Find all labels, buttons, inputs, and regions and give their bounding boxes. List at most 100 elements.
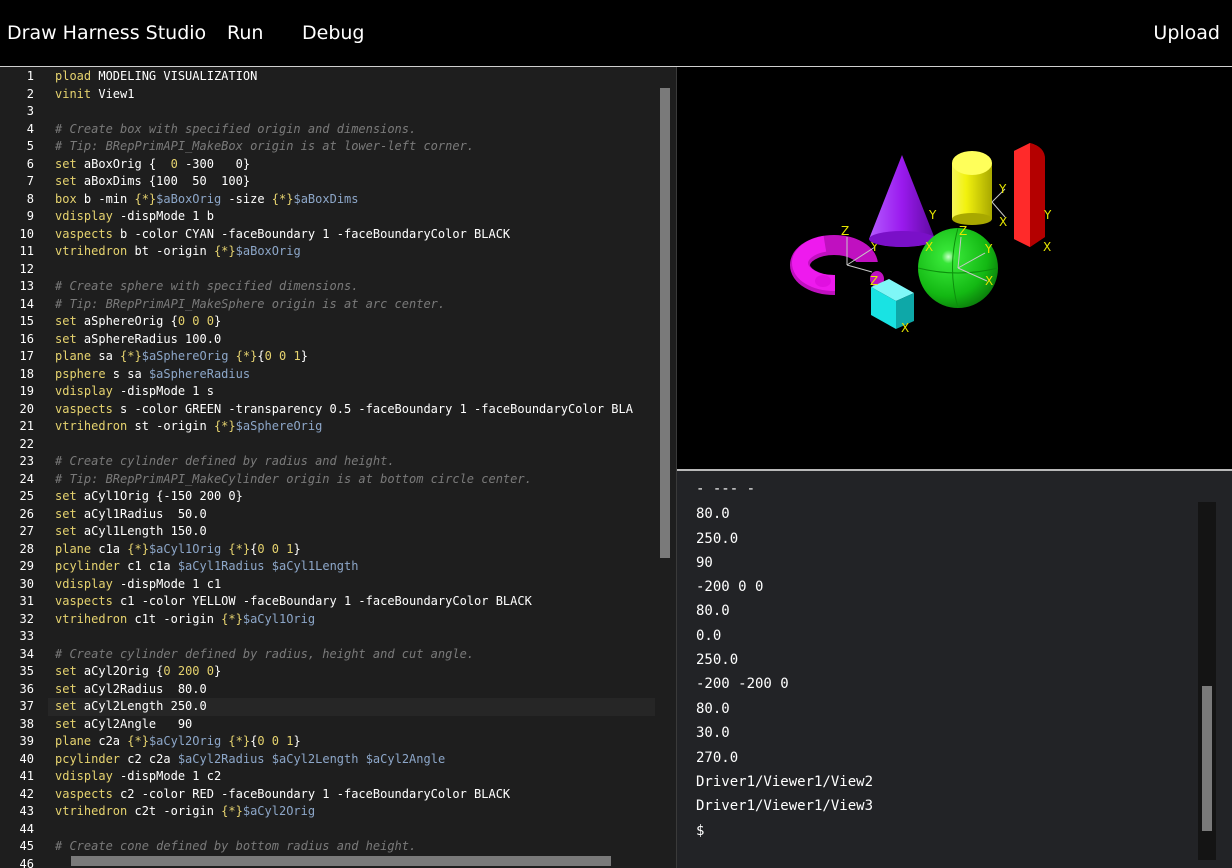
code-token: pcylinder — [55, 559, 121, 573]
code-line[interactable]: plane c2a {*}$aCyl2Orig {*}{0 0 1} — [48, 733, 655, 751]
code-line[interactable]: vtrihedron c1t -origin {*}$aCyl1Orig — [48, 611, 655, 629]
cylinder1-shape[interactable] — [952, 151, 992, 225]
code-line[interactable]: vaspects b -color CYAN -faceBoundary 1 -… — [48, 226, 655, 244]
code-token: 0 200 0 — [163, 664, 214, 678]
line-number: 44 — [19, 821, 34, 836]
line-number: 31 — [19, 594, 34, 608]
code-line[interactable]: plane c1a {*}$aCyl1Orig {*}{0 0 1} — [48, 541, 655, 559]
code-token: aBoxDims {100 50 100} — [76, 174, 251, 188]
code-token: aCyl2Angle 90 — [76, 716, 193, 731]
console-line: 30.0 — [696, 725, 730, 741]
3d-viewer[interactable]: Z Y Y Y X Y X Z Y X X Z X — [677, 67, 1232, 469]
line-number: 17 — [19, 349, 34, 363]
code-line[interactable]: # Tip: BRepPrimAPI_MakeBox origin is at … — [48, 138, 655, 156]
run-menu[interactable]: Run — [227, 19, 263, 47]
code-token: psphere — [55, 366, 106, 381]
code-line[interactable]: pcylinder c2 c2a $aCyl2Radius $aCyl2Leng… — [48, 751, 655, 769]
box-axis-x: X — [901, 321, 909, 335]
code-line[interactable]: set aCyl1Radius 50.0 — [48, 506, 655, 524]
code-token: aSphereRadius 100.0 — [76, 331, 222, 346]
code-token: {*} — [228, 734, 251, 748]
code-line[interactable]: set aSphereRadius 100.0 — [48, 331, 655, 349]
app-title[interactable]: Draw Harness Studio — [7, 19, 206, 47]
code-token: pload — [55, 69, 92, 83]
line-number: 11 — [19, 244, 34, 258]
code-token: set — [55, 156, 77, 171]
code-line[interactable]: set aBoxDims {100 50 100} — [48, 173, 655, 191]
line-number: 34 — [19, 646, 34, 661]
code-area[interactable]: pload MODELING VISUALIZATION vinit View1 #… — [48, 67, 656, 868]
code-line[interactable]: vdisplay -dispMode 1 c2 — [48, 768, 655, 786]
code-line[interactable]: vtrihedron st -origin {*}$aSphereOrig — [48, 418, 655, 436]
code-token: $aCyl1Orig — [242, 611, 316, 626]
code-token: aCyl1Length 150.0 — [76, 524, 207, 538]
code-line[interactable]: # Create box with specified origin and d… — [48, 121, 655, 139]
code-line[interactable]: # Tip: BRepPrimAPI_MakeCylinder origin i… — [48, 471, 655, 489]
code-line[interactable]: vaspects c2 -color RED -faceBoundary 1 -… — [48, 786, 655, 804]
cone-axis-y: Y — [928, 208, 937, 222]
code-token: c1 c1a — [120, 559, 178, 573]
line-number: 10 — [19, 226, 34, 241]
code-line[interactable]: vinit View1 — [48, 86, 655, 104]
code-token: plane — [55, 734, 92, 748]
code-token: {*} — [221, 804, 243, 818]
code-line[interactable]: pcylinder c1 c1a $aCyl1Radius $aCyl1Leng… — [48, 558, 655, 576]
code-line[interactable]: set aSphereOrig {0 0 0} — [48, 313, 655, 331]
code-token: set — [55, 174, 77, 188]
console-line: Driver1/Viewer1/View2 — [696, 774, 874, 790]
code-line[interactable]: # Create cone defined by bottom radius a… — [48, 838, 655, 856]
code-line[interactable]: vdisplay -dispMode 1 c1 — [48, 576, 655, 594]
code-token: {*} — [127, 541, 149, 556]
line-number: 46 — [19, 856, 34, 868]
code-line[interactable]: vtrihedron bt -origin {*}$aBoxOrig — [48, 243, 655, 261]
cylinder2-shape[interactable] — [1014, 143, 1045, 247]
editor-vertical-scrollbar[interactable] — [660, 88, 670, 558]
console-line: -200 0 0 — [696, 579, 764, 595]
output-console[interactable]: - --- - 80.0 250.0 90 -200 0 0 80.0 0.0 250.0 -2… — [677, 471, 1232, 868]
code-line[interactable]: # Create cylinder defined by radius, hei… — [48, 646, 655, 664]
cylinder2-axis-x: X — [1043, 240, 1051, 254]
code-line[interactable]: plane sa {*}$aSphereOrig {*}{0 0 1} — [48, 348, 655, 366]
code-line[interactable]: set aCyl2Angle 90 — [48, 716, 655, 734]
console-line: - --- - — [696, 481, 756, 497]
code-line[interactable]: # Create sphere with specified dimension… — [48, 278, 655, 296]
code-line[interactable]: pload MODELING VISUALIZATION — [48, 68, 655, 86]
line-number: 40 — [19, 751, 34, 766]
line-number: 33 — [19, 629, 34, 643]
code-token: -dispMode 1 b — [112, 209, 214, 223]
console-scrollbar-thumb[interactable] — [1202, 686, 1212, 831]
cone-shape[interactable] — [869, 155, 935, 247]
code-line[interactable]: vdisplay -dispMode 1 b — [48, 208, 655, 226]
code-line[interactable]: set aBoxOrig { 0 -300 0} — [48, 156, 655, 174]
code-token: aCyl1Orig {-150 200 0} — [76, 489, 243, 503]
code-token: vaspects — [55, 401, 113, 416]
code-line[interactable]: vaspects s -color GREEN -transparency 0.… — [48, 401, 655, 419]
line-number: 3 — [26, 104, 34, 118]
line-number: 20 — [19, 401, 34, 416]
code-line[interactable]: set aCyl1Orig {-150 200 0} — [48, 488, 655, 506]
code-editor[interactable]: 1 2 3 4 5 6 7 8 9 10 11 12 13 14 15 16 17 18 19 20 21 22 23 24 2… — [0, 67, 676, 868]
line-number: 35 — [19, 664, 34, 678]
code-line[interactable]: box b -min {*}$aBoxOrig -size {*}$aBoxDi… — [48, 191, 655, 209]
code-token: -dispMode 1 c1 — [112, 576, 222, 591]
code-line[interactable]: # Tip: BRepPrimAPI_MakeSphere origin is … — [48, 296, 655, 314]
code-line[interactable]: set aCyl2Length 250.0 — [48, 698, 655, 716]
code-line[interactable]: vaspects c1 -color YELLOW -faceBoundary … — [48, 593, 655, 611]
code-line[interactable]: set aCyl2Radius 80.0 — [48, 681, 655, 699]
editor-horizontal-scrollbar[interactable] — [71, 856, 611, 866]
code-line[interactable]: # Create cylinder defined by radius and … — [48, 453, 655, 471]
code-token: vtrihedron — [55, 419, 128, 433]
debug-menu[interactable]: Debug — [302, 19, 364, 47]
code-line[interactable]: set aCyl1Length 150.0 — [48, 523, 655, 541]
line-number: 13 — [19, 279, 34, 293]
code-line[interactable]: vdisplay -dispMode 1 s — [48, 383, 655, 401]
line-number: 30 — [19, 576, 34, 591]
code-token: sa — [91, 349, 121, 363]
code-token: 0 0 1 — [257, 541, 294, 556]
code-line[interactable]: vtrihedron c2t -origin {*}$aCyl2Orig — [48, 803, 655, 821]
console-line: 250.0 — [696, 652, 739, 668]
code-line[interactable]: set aCyl2Orig {0 200 0} — [48, 663, 655, 681]
code-token: $aCyl2Orig — [148, 734, 222, 748]
code-line[interactable]: psphere s sa $aSphereRadius — [48, 366, 655, 384]
upload-button[interactable]: Upload — [1153, 19, 1220, 47]
